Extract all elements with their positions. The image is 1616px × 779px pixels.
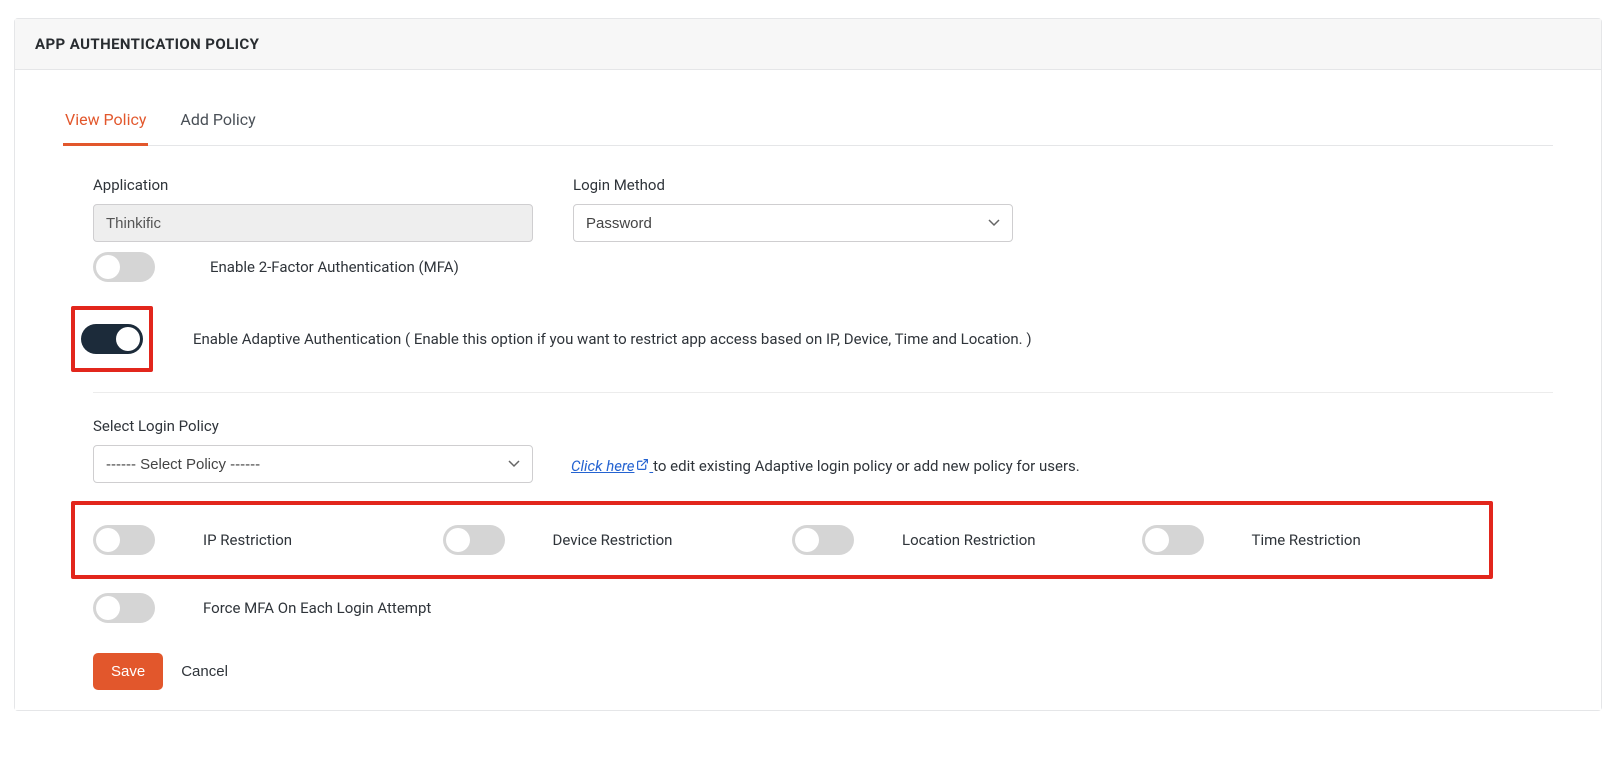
ip-restriction-label: IP Restriction bbox=[203, 531, 292, 549]
actions-row: Save Cancel bbox=[93, 653, 1553, 690]
application-group: Application bbox=[93, 176, 533, 242]
click-here-link[interactable]: Click here bbox=[571, 457, 653, 475]
device-restriction-label: Device Restriction bbox=[553, 531, 673, 549]
adaptive-highlight bbox=[71, 306, 153, 372]
ip-restriction-toggle[interactable] bbox=[93, 525, 155, 555]
toggle-knob-icon bbox=[795, 528, 819, 552]
toggle-knob-icon bbox=[446, 528, 470, 552]
select-policy-select[interactable]: ------ Select Policy ------ bbox=[93, 445, 533, 483]
policy-select-row: Select Login Policy ------ Select Policy… bbox=[93, 417, 1553, 483]
location-restriction-toggle[interactable] bbox=[792, 525, 854, 555]
toggle-knob-icon bbox=[96, 596, 120, 620]
mfa-row: Enable 2-Factor Authentication (MFA) bbox=[93, 252, 1553, 282]
force-mfa-label: Force MFA On Each Login Attempt bbox=[203, 599, 431, 617]
cancel-button[interactable]: Cancel bbox=[181, 663, 228, 680]
device-restriction-toggle[interactable] bbox=[443, 525, 505, 555]
toggle-knob-icon bbox=[116, 327, 140, 351]
mfa-toggle[interactable] bbox=[93, 252, 155, 282]
time-restriction-toggle[interactable] bbox=[1142, 525, 1204, 555]
panel-body: View Policy Add Policy Application Login… bbox=[15, 70, 1601, 710]
force-mfa-row: Force MFA On Each Login Attempt bbox=[93, 593, 1553, 623]
select-policy-label: Select Login Policy bbox=[93, 417, 533, 435]
toggle-knob-icon bbox=[96, 528, 120, 552]
location-restriction-label: Location Restriction bbox=[902, 531, 1036, 549]
time-restriction-item: Time Restriction bbox=[1132, 525, 1482, 555]
select-policy-group: Select Login Policy ------ Select Policy… bbox=[93, 417, 533, 483]
app-login-row: Application Login Method Password bbox=[93, 176, 1553, 242]
toggle-knob-icon bbox=[1145, 528, 1169, 552]
external-link-icon bbox=[636, 457, 649, 475]
click-here-text: Click here bbox=[571, 457, 634, 475]
form-section: Application Login Method Password Enable… bbox=[63, 176, 1553, 690]
tab-add-policy[interactable]: Add Policy bbox=[178, 100, 257, 146]
device-restriction-item: Device Restriction bbox=[433, 525, 783, 555]
login-method-group: Login Method Password bbox=[573, 176, 1013, 242]
click-here-suffix: to edit existing Adaptive login policy o… bbox=[653, 457, 1080, 475]
login-method-select[interactable]: Password bbox=[573, 204, 1013, 242]
tab-view-policy[interactable]: View Policy bbox=[63, 100, 148, 146]
adaptive-row: Enable Adaptive Authentication ( Enable … bbox=[71, 306, 1553, 372]
login-method-label: Login Method bbox=[573, 176, 1013, 194]
policy-link-text: Click here to edit existing Adaptive log… bbox=[571, 457, 1080, 483]
time-restriction-label: Time Restriction bbox=[1252, 531, 1361, 549]
tabs: View Policy Add Policy bbox=[63, 100, 1553, 146]
force-mfa-toggle[interactable] bbox=[93, 593, 155, 623]
panel-title: APP AUTHENTICATION POLICY bbox=[15, 19, 1601, 70]
adaptive-toggle[interactable] bbox=[81, 324, 143, 354]
application-input bbox=[93, 204, 533, 242]
adaptive-label: Enable Adaptive Authentication ( Enable … bbox=[193, 330, 1032, 348]
save-button[interactable]: Save bbox=[93, 653, 163, 690]
restrictions-highlight: IP Restriction Device Restriction Locati… bbox=[71, 501, 1493, 579]
divider bbox=[93, 392, 1553, 393]
application-label: Application bbox=[93, 176, 533, 194]
location-restriction-item: Location Restriction bbox=[782, 525, 1132, 555]
ip-restriction-item: IP Restriction bbox=[83, 525, 433, 555]
auth-policy-panel: APP AUTHENTICATION POLICY View Policy Ad… bbox=[14, 18, 1602, 711]
mfa-label: Enable 2-Factor Authentication (MFA) bbox=[210, 258, 459, 276]
toggle-knob-icon bbox=[96, 255, 120, 279]
